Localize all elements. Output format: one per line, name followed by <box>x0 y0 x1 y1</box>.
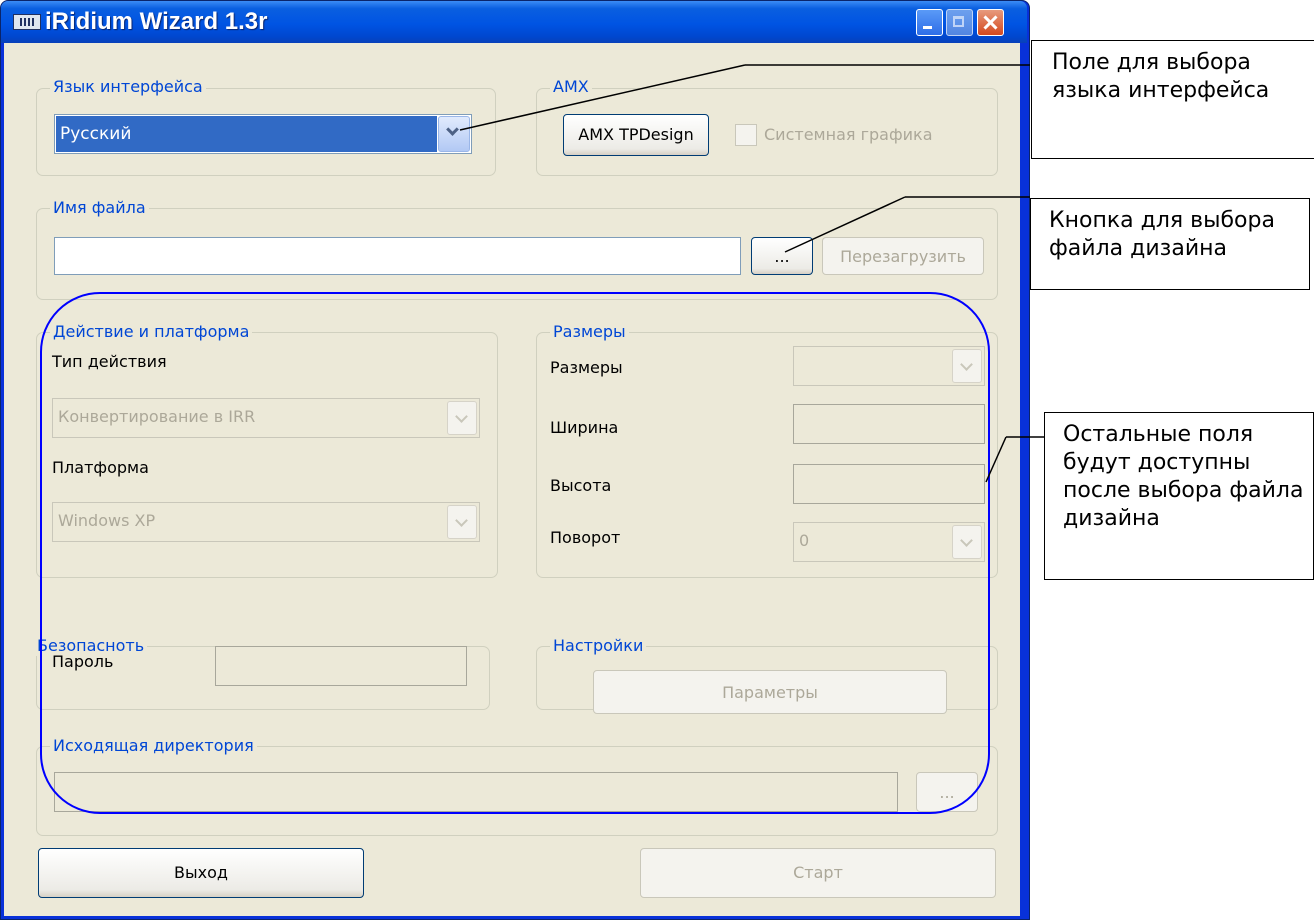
chevron-down-icon[interactable] <box>438 116 470 152</box>
amx-legend: AMX <box>550 77 592 97</box>
file-name-input[interactable] <box>54 237 741 275</box>
language-callout: Поле для выбора языка интерфейса <box>1031 40 1314 159</box>
maximize-button[interactable] <box>946 9 973 36</box>
start-button[interactable]: Старт <box>640 848 996 898</box>
system-graphics-label: Системная графика <box>764 125 933 144</box>
file-button-callout: Кнопка для выбора файла дизайна <box>1030 198 1310 290</box>
other-fields-callout: Остальные поля будут доступны после выбо… <box>1044 412 1314 580</box>
browse-file-button[interactable]: ... <box>751 237 813 275</box>
exit-button[interactable]: Выход <box>38 848 364 898</box>
app-icon <box>13 14 41 30</box>
amx-tpdesign-button[interactable]: AMX TPDesign <box>563 114 709 156</box>
language-select[interactable]: Русский <box>54 114 472 154</box>
file-legend: Имя файла <box>50 198 149 218</box>
close-button[interactable] <box>977 9 1004 36</box>
window-title: iRidium Wizard 1.3r <box>45 8 268 35</box>
reload-button[interactable]: Перезагрузить <box>822 237 984 275</box>
language-selected-value: Русский <box>56 116 437 152</box>
language-legend: Язык интерфейса <box>50 77 206 97</box>
disabled-fields-highlight-oval <box>40 292 990 814</box>
title-bar[interactable]: iRidium Wizard 1.3r <box>1 1 1027 43</box>
system-graphics-checkbox[interactable] <box>735 124 757 146</box>
minimize-button[interactable] <box>916 9 943 36</box>
